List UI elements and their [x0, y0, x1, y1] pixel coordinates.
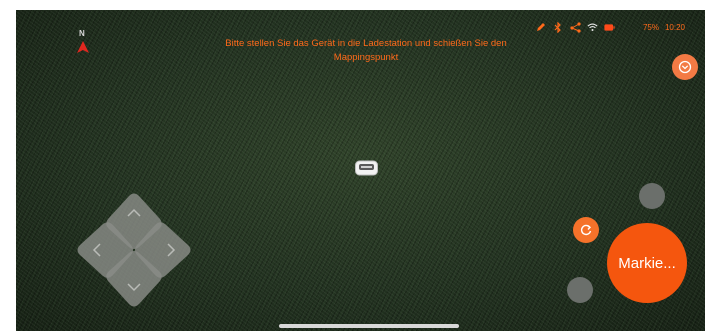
- instruction-line-1: Bitte stellen Sie das Gerät in die Lades…: [225, 38, 507, 49]
- home-indicator[interactable]: [279, 324, 459, 328]
- compass-north-label: N: [79, 29, 85, 38]
- undo-button[interactable]: [573, 217, 599, 243]
- battery-icon: [604, 22, 615, 33]
- compass-arrow-icon: [77, 41, 89, 53]
- instruction-message: Bitte stellen Sie das Gerät in die Lades…: [166, 37, 566, 65]
- bluetooth-icon: [553, 21, 564, 33]
- signal-percentage: 75%: [642, 22, 659, 32]
- option-button-bottom[interactable]: [567, 277, 593, 303]
- pen-icon: [536, 22, 547, 33]
- map-screen: N Bitte stellen Sie das Gerät in die Lad…: [16, 10, 705, 331]
- mower-robot-icon: [354, 158, 379, 178]
- clock: 10:20: [664, 22, 685, 32]
- status-bar: 75% 10:20: [536, 20, 685, 34]
- compass: N: [76, 29, 92, 61]
- mark-button[interactable]: Markie...: [607, 223, 687, 303]
- undo-icon: [580, 224, 592, 236]
- option-button-top[interactable]: [639, 183, 665, 209]
- share-icon: [570, 21, 581, 33]
- collapse-button[interactable]: [672, 54, 698, 80]
- direction-pad: [74, 190, 194, 310]
- instruction-line-2: Mappingspunkt: [333, 52, 399, 63]
- wifi-icon: [587, 22, 598, 33]
- chevron-down-circle-icon: [678, 60, 692, 74]
